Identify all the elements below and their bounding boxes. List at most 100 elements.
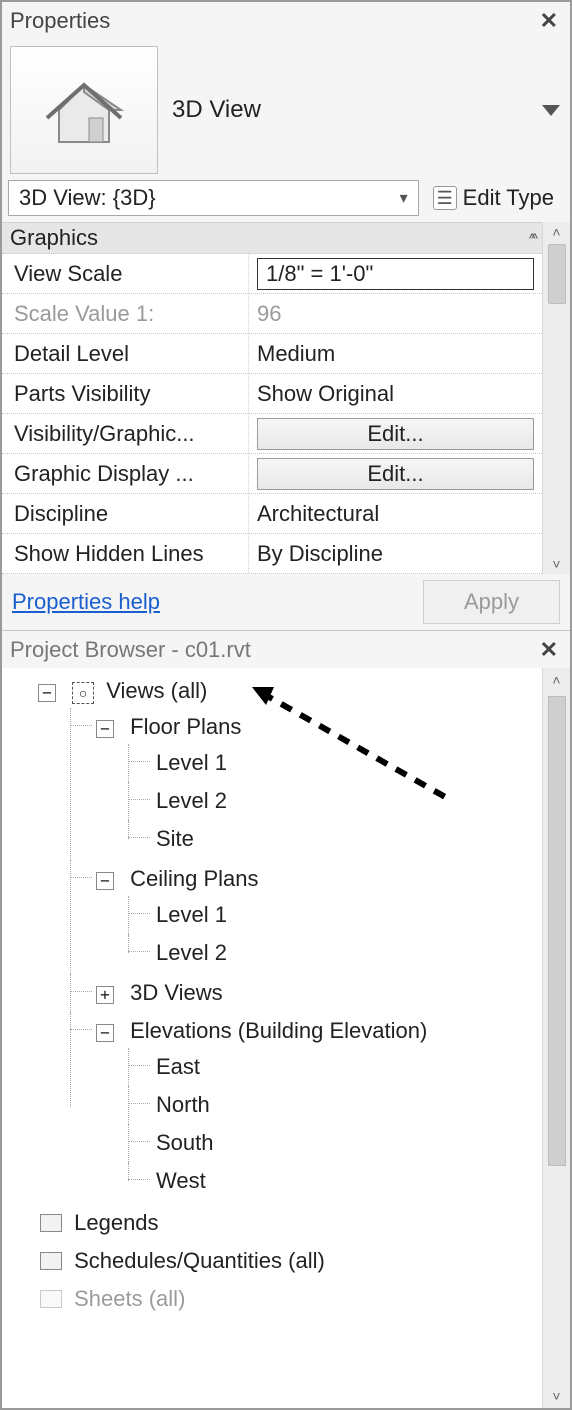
prop-label: Show Hidden Lines xyxy=(2,534,248,573)
tree-legends[interactable]: Legends xyxy=(12,1204,538,1242)
properties-grid-wrap: Graphics ^^ View Scale 1/8" = 1'-0" Scal… xyxy=(2,222,570,574)
tree-label: Ceiling Plans xyxy=(130,866,258,891)
tree-item[interactable]: Level 1 xyxy=(128,744,538,782)
tree-label: Level 2 xyxy=(156,788,227,813)
tree-item[interactable]: East xyxy=(128,1048,538,1086)
views-icon: ○ xyxy=(72,682,94,704)
prop-row-graphic-display[interactable]: Graphic Display ... Edit... xyxy=(2,454,542,494)
collapse-icon[interactable]: ^^ xyxy=(529,230,534,246)
scroll-down-icon[interactable]: ˅ xyxy=(552,554,560,574)
tree-sheets[interactable]: Sheets (all) xyxy=(12,1280,538,1318)
type-label[interactable]: 3D View xyxy=(172,96,528,124)
tree-label: West xyxy=(156,1168,206,1193)
collapse-icon[interactable]: − xyxy=(96,872,114,890)
instance-dropdown[interactable]: 3D View: {3D} ▾ xyxy=(8,180,419,216)
edit-type-button[interactable]: ☰ Edit Type xyxy=(425,180,562,216)
tree-elevations[interactable]: − Elevations (Building Elevation) East N… xyxy=(70,1012,538,1202)
prop-value: Edit... xyxy=(248,454,542,493)
scroll-thumb[interactable] xyxy=(548,244,566,304)
tree-ceiling-plans[interactable]: − Ceiling Plans Level 1 Level 2 xyxy=(70,860,538,974)
house-icon xyxy=(39,70,129,150)
instance-row: 3D View: {3D} ▾ ☰ Edit Type xyxy=(2,180,570,222)
apply-button[interactable]: Apply xyxy=(423,580,560,624)
prop-row-scale-value: Scale Value 1: 96 xyxy=(2,294,542,334)
collapse-icon[interactable]: − xyxy=(96,1024,114,1042)
tree-item[interactable]: West xyxy=(128,1162,538,1200)
legends-icon xyxy=(40,1214,62,1232)
prop-label: Parts Visibility xyxy=(2,374,248,413)
prop-value: Edit... xyxy=(248,414,542,453)
scroll-down-icon[interactable]: ˅ xyxy=(552,1384,560,1408)
scroll-thumb[interactable] xyxy=(548,696,566,1166)
project-tree: − ○ Views (all) − Floor Plans Level 1 Le… xyxy=(2,668,542,1408)
scroll-up-icon[interactable]: ˄ xyxy=(552,668,560,692)
browser-title: Project Browser - c01.rvt xyxy=(10,637,251,663)
prop-value[interactable]: Show Original xyxy=(248,374,542,413)
properties-grid: Graphics ^^ View Scale 1/8" = 1'-0" Scal… xyxy=(2,222,542,574)
tree-label: Level 1 xyxy=(156,902,227,927)
tree-root[interactable]: − ○ Views (all) − Floor Plans Level 1 Le… xyxy=(12,672,538,1204)
edit-button[interactable]: Edit... xyxy=(257,418,534,450)
properties-title: Properties xyxy=(10,8,110,34)
tree-item[interactable]: Level 2 xyxy=(128,934,538,972)
tree-label: Floor Plans xyxy=(130,714,241,739)
tree-label: Sheets (all) xyxy=(74,1286,185,1311)
tree-item[interactable]: South xyxy=(128,1124,538,1162)
browser-body: − ○ Views (all) − Floor Plans Level 1 Le… xyxy=(2,668,570,1408)
tree-label: North xyxy=(156,1092,210,1117)
tree-label: South xyxy=(156,1130,214,1155)
tree-label: Schedules/Quantities (all) xyxy=(74,1248,325,1273)
prop-row-show-hidden-lines[interactable]: Show Hidden Lines By Discipline xyxy=(2,534,542,574)
prop-row-parts-visibility[interactable]: Parts Visibility Show Original xyxy=(2,374,542,414)
tree-item[interactable]: Site xyxy=(128,820,538,858)
instance-selected: 3D View: {3D} xyxy=(19,185,156,211)
tree-label: East xyxy=(156,1054,200,1079)
type-selector-row: 3D View xyxy=(2,40,570,180)
edit-button[interactable]: Edit... xyxy=(257,458,534,490)
prop-label: Visibility/Graphic... xyxy=(2,414,248,453)
prop-label: Detail Level xyxy=(2,334,248,373)
prop-label: Graphic Display ... xyxy=(2,454,248,493)
tree-label: Legends xyxy=(74,1210,158,1235)
close-icon[interactable]: ✕ xyxy=(534,8,564,34)
prop-label: Discipline xyxy=(2,494,248,533)
schedules-icon xyxy=(40,1252,62,1270)
prop-label: Scale Value 1: xyxy=(2,294,248,333)
sheets-icon xyxy=(40,1290,62,1308)
tree-floor-plans[interactable]: − Floor Plans Level 1 Level 2 Site xyxy=(70,708,538,860)
prop-value[interactable]: Medium xyxy=(248,334,542,373)
chevron-down-icon: ▾ xyxy=(400,188,408,208)
properties-titlebar: Properties ✕ xyxy=(2,2,570,40)
tree-item[interactable]: Level 2 xyxy=(128,782,538,820)
prop-value[interactable]: Architectural xyxy=(248,494,542,533)
collapse-icon[interactable]: − xyxy=(96,720,114,738)
edit-type-label: Edit Type xyxy=(463,185,554,211)
prop-value[interactable]: By Discipline xyxy=(248,534,542,573)
tree-3d-views[interactable]: + 3D Views xyxy=(70,974,538,1012)
tree-label: 3D Views xyxy=(130,980,223,1005)
prop-row-detail-level[interactable]: Detail Level Medium xyxy=(2,334,542,374)
group-header[interactable]: Graphics ^^ xyxy=(2,223,542,254)
tree-item[interactable]: North xyxy=(128,1086,538,1124)
prop-label: View Scale xyxy=(2,254,248,293)
properties-help-link[interactable]: Properties help xyxy=(12,589,160,615)
expand-icon[interactable]: + xyxy=(96,986,114,1004)
group-header-label: Graphics xyxy=(10,225,98,251)
close-icon[interactable]: ✕ xyxy=(534,637,564,663)
collapse-icon[interactable]: − xyxy=(38,684,56,702)
prop-value[interactable]: 1/8" = 1'-0" xyxy=(248,254,542,293)
prop-row-discipline[interactable]: Discipline Architectural xyxy=(2,494,542,534)
prop-row-view-scale[interactable]: View Scale 1/8" = 1'-0" xyxy=(2,254,542,294)
scroll-up-icon[interactable]: ˄ xyxy=(552,222,560,242)
properties-scrollbar[interactable]: ˄ ˅ xyxy=(542,222,570,574)
prop-row-visibility-graphics[interactable]: Visibility/Graphic... Edit... xyxy=(2,414,542,454)
properties-footer: Properties help Apply xyxy=(2,574,570,630)
edit-type-icon: ☰ xyxy=(433,186,457,210)
type-dropdown-icon[interactable] xyxy=(542,105,560,116)
tree-label: Level 1 xyxy=(156,750,227,775)
browser-scrollbar[interactable]: ˄ ˅ xyxy=(542,668,570,1408)
tree-label: Views (all) xyxy=(106,678,207,703)
type-thumbnail[interactable] xyxy=(10,46,158,174)
tree-item[interactable]: Level 1 xyxy=(128,896,538,934)
tree-schedules[interactable]: Schedules/Quantities (all) xyxy=(12,1242,538,1280)
